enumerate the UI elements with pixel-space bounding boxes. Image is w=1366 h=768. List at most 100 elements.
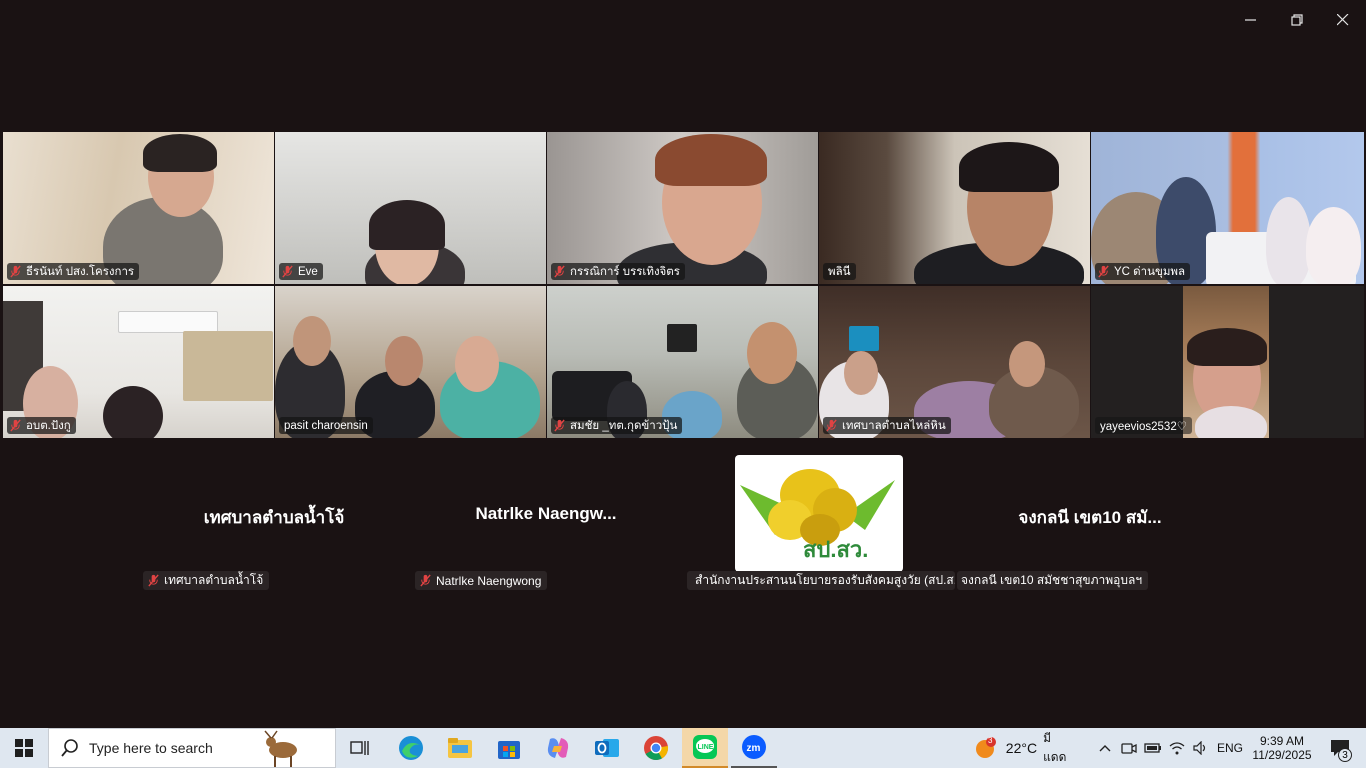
participant-name: Natrlke Naengwong: [436, 573, 542, 588]
weather-widget[interactable]: 3 22°C มีแดด: [974, 728, 1074, 768]
task-view-icon: [350, 741, 369, 755]
chrome-icon: [644, 736, 669, 761]
minimize-button[interactable]: [1228, 0, 1274, 40]
participant-name: เทศบาลตำบลไหล่หิน: [842, 419, 946, 432]
line-app-button[interactable]: LINE: [682, 728, 728, 768]
close-button[interactable]: [1320, 0, 1366, 40]
video-tile[interactable]: Eve: [275, 132, 546, 284]
clock-time: 9:39 AM: [1259, 734, 1305, 748]
mic-off-icon: [420, 574, 431, 587]
edge-app-button[interactable]: [388, 728, 434, 768]
mic-off-icon: [1098, 265, 1109, 278]
participant-display-name: Natrlke Naengw...: [475, 504, 617, 523]
clock-button[interactable]: 9:39 AM 11/29/2025: [1246, 728, 1318, 768]
video-tile[interactable]: ธีรนันท์ ปสง.โครงการ: [3, 132, 274, 284]
windows-logo-icon: [15, 739, 33, 757]
deer-search-highlight-icon: [264, 730, 297, 767]
participant-name-tag: พลินี: [823, 263, 856, 280]
participant-name-tag: เทศบาลตำบลน้ำโจ้: [143, 571, 270, 590]
store-app-button[interactable]: [486, 728, 532, 768]
participant-name: YC ด่านขุมพล: [1114, 265, 1186, 278]
zoom-app-button[interactable]: zm: [731, 728, 777, 768]
network-button[interactable]: [1166, 728, 1188, 768]
line-icon: LINE: [693, 735, 717, 759]
mic-off-icon: [826, 419, 837, 432]
zoom-icon: zm: [742, 735, 766, 759]
restore-icon: [1290, 13, 1303, 26]
mic-off-icon: [10, 265, 21, 278]
participant-name-tag: เทศบาลตำบลไหล่หิน: [823, 417, 951, 434]
windows-taskbar: Type here to search LINE zm 3 22°C มีแดด: [0, 728, 1366, 768]
copilot-app-button[interactable]: [535, 728, 581, 768]
start-button[interactable]: [0, 728, 48, 768]
chevron-up-icon: [1099, 745, 1111, 752]
video-tile[interactable]: pasit charoensin: [275, 286, 546, 438]
file-explorer-button[interactable]: [437, 728, 483, 768]
video-tile[interactable]: เทศบาลตำบลไหล่หิน: [819, 286, 1090, 438]
mic-off-icon: [554, 265, 565, 278]
weather-alert-badge: 3: [988, 736, 993, 745]
camera-icon: [1121, 743, 1137, 754]
svg-text:LINE: LINE: [698, 744, 714, 751]
video-tile[interactable]: อบต.ปังกู: [3, 286, 274, 438]
participant-name: อบต.ปังกู: [26, 419, 71, 432]
task-view-button[interactable]: [338, 728, 382, 768]
participant-name: กรรณิการ์ บรรเทิงจิตร: [570, 265, 680, 278]
participant-name-tag: yayeevios2532♡: [1095, 417, 1193, 434]
notification-center-button[interactable]: 3: [1318, 728, 1362, 768]
store-icon: [498, 741, 520, 759]
input-language-indicator[interactable]: ENG: [1214, 728, 1246, 768]
mic-off-icon: [554, 419, 565, 432]
edge-icon: [399, 736, 423, 760]
search-placeholder: Type here to search: [89, 740, 213, 756]
flower-logo-icon: สป.สว.: [740, 469, 895, 562]
volume-button[interactable]: [1190, 728, 1212, 768]
participant-avatar-logo: สป.สว.: [735, 455, 903, 572]
speaker-icon: [1193, 741, 1206, 755]
window-controls: [1228, 0, 1366, 40]
outlook-app-button[interactable]: [584, 728, 630, 768]
restore-button[interactable]: [1274, 0, 1320, 40]
show-hidden-icons-button[interactable]: [1094, 728, 1116, 768]
video-tile[interactable]: yayeevios2532♡: [1091, 286, 1364, 438]
participant-display-name: เทศบาลตำบลน้ำโจ้: [203, 508, 345, 527]
copilot-icon: [547, 738, 569, 758]
mic-off-icon: [282, 265, 293, 278]
battery-button[interactable]: [1142, 728, 1164, 768]
participant-name-tag: pasit charoensin: [279, 417, 373, 434]
chrome-app-button[interactable]: [633, 728, 679, 768]
participant-name-tag: YC ด่านขุมพล: [1095, 263, 1191, 280]
mic-off-icon: [148, 574, 159, 587]
video-tile[interactable]: สมชัย _ทต.กุดข้าวปุ้น: [547, 286, 818, 438]
participant-name: Eve: [298, 265, 318, 278]
weather-condition: มีแดด: [1043, 731, 1067, 764]
participant-name-tag: สำนักงานประสานนโยบายรองรับสังคมสูงวัย (ส…: [687, 571, 955, 590]
meet-now-button[interactable]: [1118, 728, 1140, 768]
outlook-icon: [595, 739, 619, 757]
participant-name-tag: ธีรนันท์ ปสง.โครงการ: [7, 263, 140, 280]
participant-name: เทศบาลตำบลน้ำโจ้: [164, 573, 264, 587]
minimize-icon: [1245, 19, 1256, 21]
mic-off-icon: [10, 419, 21, 432]
weather-temperature: 22°C: [1005, 740, 1038, 756]
sun-icon: [976, 737, 996, 758]
svg-text:zm: zm: [747, 743, 761, 754]
wifi-icon: [1169, 742, 1185, 755]
participant-name: ธีรนันท์ ปสง.โครงการ: [26, 265, 135, 278]
participant-name: สมชัย _ทต.กุดข้าวปุ้น: [570, 419, 678, 432]
participant-name: pasit charoensin: [284, 419, 368, 432]
participant-name-tag: กรรณิการ์ บรรเทิงจิตร: [551, 263, 685, 280]
folder-icon: [448, 738, 472, 758]
notification-count-badge: 3: [1338, 748, 1352, 762]
participant-name-tag: สมชัย _ทต.กุดข้าวปุ้น: [551, 417, 683, 434]
video-grid: ธีรนันท์ ปสง.โครงการ Eve กรรณิการ์ บรรเท…: [3, 132, 1364, 439]
clock-date: 11/29/2025: [1252, 748, 1312, 762]
participant-name: จงกลนี เขต10 สมัชชาสุขภาพอุบลฯ: [961, 573, 1143, 587]
participant-name-tag: จงกลนี เขต10 สมัชชาสุขภาพอุบลฯ: [957, 571, 1149, 590]
video-tile[interactable]: YC ด่านขุมพล: [1091, 132, 1364, 284]
taskbar-search-box[interactable]: Type here to search: [48, 728, 336, 768]
video-tile-active-speaker[interactable]: พลินี: [819, 132, 1090, 284]
video-tile[interactable]: กรรณิการ์ บรรเทิงจิตร: [547, 132, 818, 284]
participant-name-tag: Natrlke Naengwong: [415, 571, 548, 590]
participant-name: yayeevios2532♡: [1100, 420, 1188, 433]
